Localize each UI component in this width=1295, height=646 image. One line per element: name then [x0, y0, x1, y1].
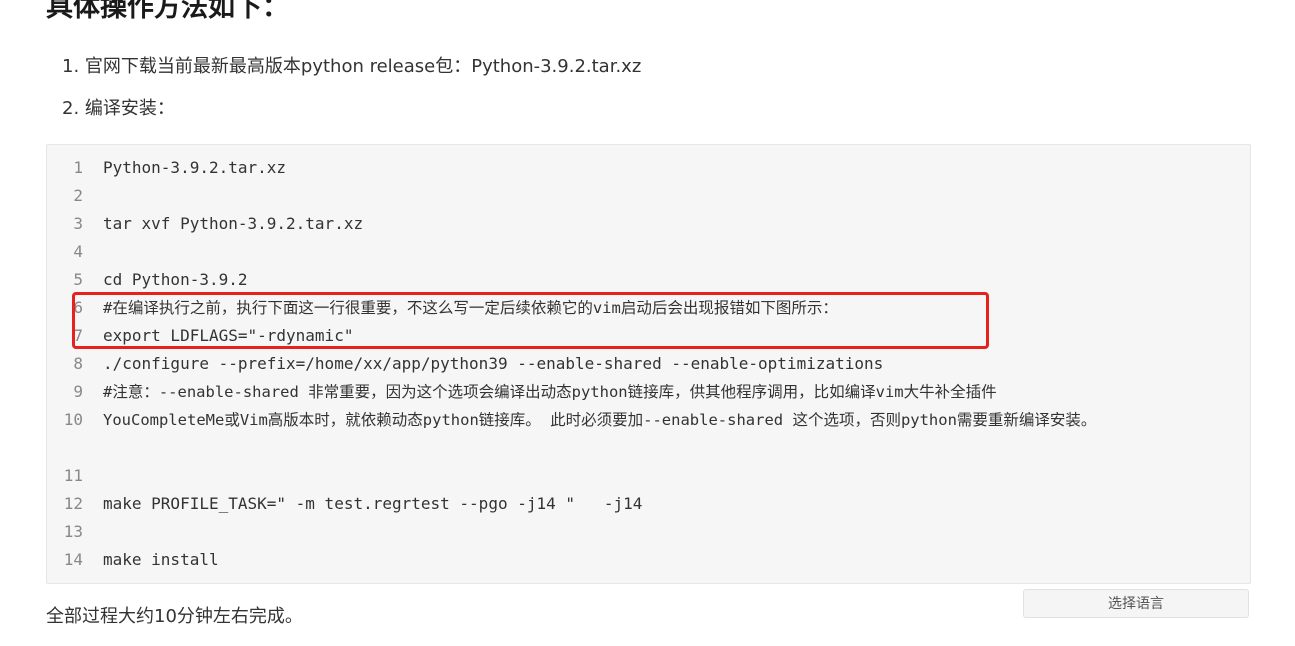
- code-line: 12 make PROFILE_TASK=" -m test.regrtest …: [47, 490, 1250, 518]
- code-line: 3 tar xvf Python-3.9.2.tar.xz: [47, 210, 1250, 238]
- line-number: 5: [73, 270, 83, 289]
- line-number: 13: [63, 522, 83, 541]
- code-text: #注意：--enable-shared 非常重要，因为这个选项会编译出动态pyt…: [103, 383, 997, 401]
- line-number: 2: [73, 186, 83, 205]
- code-line: 2: [47, 182, 1250, 210]
- red-highlight-box: [72, 292, 989, 349]
- code-text: cd Python-3.9.2: [103, 270, 248, 289]
- code-text: make PROFILE_TASK=" -m test.regrtest --p…: [103, 494, 643, 513]
- step-compile: 2. 编译安装：: [62, 98, 175, 119]
- line-number: 12: [63, 494, 83, 513]
- line-number: 4: [73, 242, 83, 261]
- line-number: 1: [73, 158, 83, 177]
- line-number: 11: [63, 466, 83, 485]
- code-block: 1 Python-3.9.2.tar.xz 2 3 tar xvf Python…: [46, 144, 1251, 584]
- code-line: 1 Python-3.9.2.tar.xz: [47, 154, 1250, 182]
- code-text: make install: [103, 550, 219, 569]
- select-language-button[interactable]: 选择语言: [1023, 589, 1249, 618]
- line-number: 10: [63, 410, 83, 429]
- section-heading: 具体操作方法如下：: [46, 0, 289, 23]
- code-line: 8 ./configure --prefix=/home/xx/app/pyth…: [47, 350, 1250, 378]
- code-text: Python-3.9.2.tar.xz: [103, 158, 287, 177]
- code-line: 9 #注意：--enable-shared 非常重要，因为这个选项会编译出动态p…: [47, 378, 1250, 406]
- code-line: 13: [47, 518, 1250, 546]
- line-number: 9: [73, 382, 83, 401]
- code-line: 5 cd Python-3.9.2: [47, 266, 1250, 294]
- code-line: 14 make install: [47, 546, 1250, 574]
- line-number: 3: [73, 214, 83, 233]
- line-number: 14: [63, 550, 83, 569]
- code-line: 11: [47, 462, 1250, 490]
- code-line: 10 YouCompleteMe或Vim高版本时，就依赖动态python链接库。…: [47, 406, 1250, 462]
- completion-note: 全部过程大约10分钟左右完成。: [46, 606, 303, 627]
- step-download: 1. 官网下载当前最新最高版本python release包：Python-3.…: [62, 56, 642, 77]
- code-text: tar xvf Python-3.9.2.tar.xz: [103, 214, 364, 233]
- line-number: 8: [73, 354, 83, 373]
- code-text: YouCompleteMe或Vim高版本时，就依赖动态python链接库。 此时…: [103, 411, 1097, 429]
- code-text: ./configure --prefix=/home/xx/app/python…: [103, 354, 884, 373]
- code-line: 4: [47, 238, 1250, 266]
